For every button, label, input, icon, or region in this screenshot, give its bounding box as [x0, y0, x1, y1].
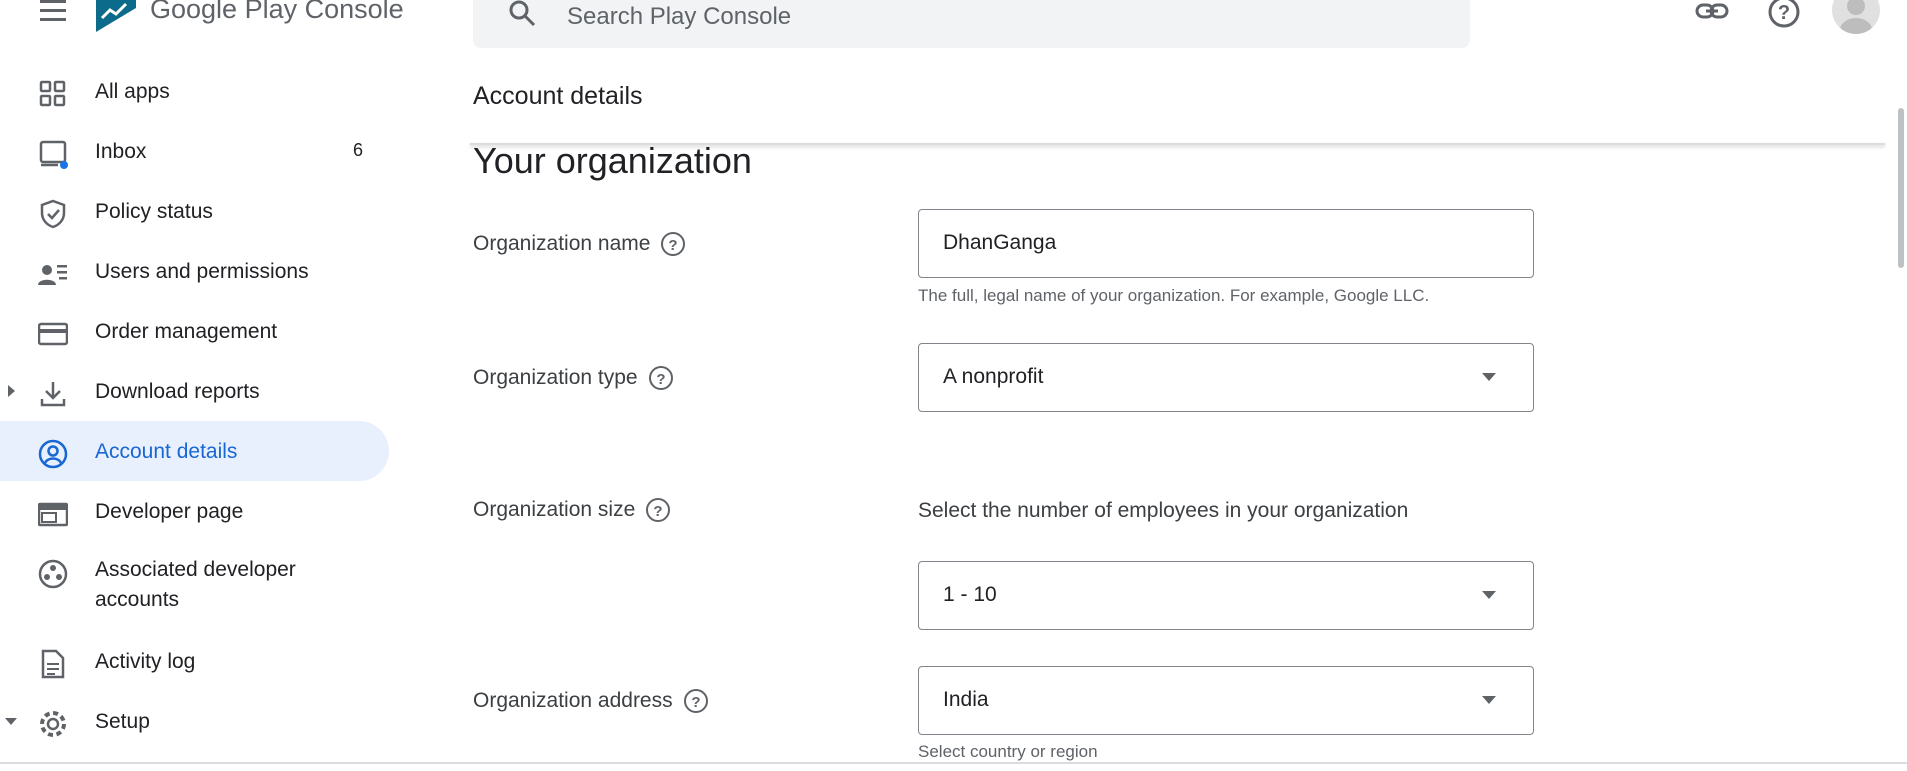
- account-avatar[interactable]: [1832, 0, 1880, 34]
- app-title: Google Play Console: [150, 0, 404, 24]
- shield-icon: [40, 199, 66, 229]
- web-icon: [38, 502, 68, 527]
- document-icon: [41, 649, 65, 679]
- svg-text:?: ?: [691, 694, 700, 711]
- grid-icon: [39, 80, 66, 107]
- sidebar-item-label-line2: accounts: [95, 588, 180, 611]
- help-icon[interactable]: ?: [660, 231, 686, 257]
- svg-text:?: ?: [656, 371, 665, 388]
- play-console-logo-icon: [96, 0, 140, 32]
- sidebar-item-activity-log[interactable]: Activity log: [0, 631, 389, 691]
- page-title: Account details: [473, 82, 643, 110]
- svg-text:?: ?: [1778, 2, 1790, 24]
- sidebar-item-order-management[interactable]: Order management: [0, 301, 389, 361]
- sidebar-item-label: Activity log: [95, 650, 196, 673]
- sidebar-item-label: All apps: [95, 80, 170, 103]
- org-name-value: DhanGanga: [943, 231, 1057, 254]
- search-input[interactable]: [565, 0, 1429, 34]
- card-icon: [38, 322, 68, 346]
- help-icon: ?: [1768, 0, 1800, 28]
- help-button[interactable]: ?: [1766, 0, 1802, 30]
- org-type-label: Organization type ?: [473, 365, 674, 391]
- dropdown-arrow-icon: [1482, 696, 1496, 704]
- org-size-label: Organization size ?: [473, 497, 671, 523]
- bottom-divider: [0, 762, 1907, 764]
- sidebar-item-associated-developer-accounts[interactable]: Associated developer accounts: [0, 541, 389, 631]
- org-size-value: 1 - 10: [943, 583, 997, 606]
- dropdown-arrow-icon: [1482, 591, 1496, 599]
- sidebar-item-download-reports[interactable]: Download reports: [0, 361, 389, 421]
- org-type-label-text: Organization type: [473, 366, 638, 389]
- help-icon[interactable]: ?: [645, 497, 671, 523]
- person-icon: [1840, 0, 1872, 34]
- sidebar-item-inbox[interactable]: Inbox 6: [0, 121, 389, 181]
- hamburger-icon: [40, 0, 66, 21]
- org-size-select[interactable]: 1 - 10: [918, 561, 1534, 630]
- group-circle-icon: [38, 559, 68, 589]
- inbox-icon: [39, 140, 68, 169]
- gear-icon: [40, 711, 66, 737]
- org-address-label-text: Organization address: [473, 689, 673, 712]
- svg-text:?: ?: [669, 237, 678, 254]
- sidebar-item-label-line1: Associated developer: [95, 558, 296, 581]
- org-name-input[interactable]: DhanGanga: [918, 209, 1534, 278]
- users-icon: [38, 265, 67, 285]
- org-size-label-text: Organization size: [473, 498, 636, 521]
- copy-link-button[interactable]: [1694, 0, 1730, 30]
- help-icon[interactable]: ?: [683, 688, 709, 714]
- org-type-value: A nonprofit: [943, 365, 1044, 388]
- scrollbar-thumb[interactable]: [1898, 108, 1904, 268]
- account-circle-icon: [38, 439, 68, 469]
- org-address-label: Organization address ?: [473, 688, 709, 714]
- org-address-hint: Select country or region: [918, 742, 1098, 761]
- main-menu-button[interactable]: [34, 0, 70, 24]
- org-type-select[interactable]: A nonprofit: [918, 343, 1534, 412]
- expand-arrow-icon[interactable]: [4, 384, 18, 398]
- sidebar-item-label: Developer page: [95, 500, 244, 523]
- sidebar-item-developer-page[interactable]: Developer page: [0, 481, 389, 541]
- org-name-label-text: Organization name: [473, 232, 651, 255]
- link-icon: [1695, 3, 1729, 19]
- org-name-label: Organization name ?: [473, 231, 686, 257]
- org-size-description: Select the number of employees in your o…: [918, 499, 1409, 522]
- sidebar-item-label: Setup: [95, 710, 150, 733]
- sidebar-item-label: Associated developer accounts: [95, 555, 296, 615]
- sidebar-item-all-apps[interactable]: All apps: [0, 61, 389, 121]
- sidebar-item-account-details[interactable]: Account details: [0, 421, 389, 481]
- collapse-arrow-icon[interactable]: [4, 714, 18, 728]
- download-icon: [40, 382, 66, 407]
- search-icon: [509, 0, 536, 27]
- sidebar-item-label: Account details: [95, 440, 238, 463]
- svg-text:?: ?: [654, 503, 663, 520]
- search-bar[interactable]: [473, 0, 1470, 48]
- dropdown-arrow-icon: [1482, 373, 1496, 381]
- sidebar-item-label: Inbox: [95, 140, 147, 163]
- sidebar-item-users-and-permissions[interactable]: Users and permissions: [0, 241, 389, 301]
- help-icon[interactable]: ?: [648, 365, 674, 391]
- sidebar-item-label: Users and permissions: [95, 260, 309, 283]
- org-address-country-select[interactable]: India: [918, 666, 1534, 735]
- org-address-country-value: India: [943, 688, 989, 711]
- sidebar-item-label: Policy status: [95, 200, 213, 223]
- org-name-hint: The full, legal name of your organizatio…: [918, 286, 1430, 305]
- section-title: Your organization: [473, 140, 752, 181]
- sidebar-item-label: Download reports: [95, 380, 260, 403]
- sidebar-item-policy-status[interactable]: Policy status: [0, 181, 389, 241]
- inbox-count-badge: 6: [353, 140, 364, 160]
- sidebar-item-label: Order management: [95, 320, 278, 343]
- sidebar-item-setup[interactable]: Setup: [0, 691, 389, 751]
